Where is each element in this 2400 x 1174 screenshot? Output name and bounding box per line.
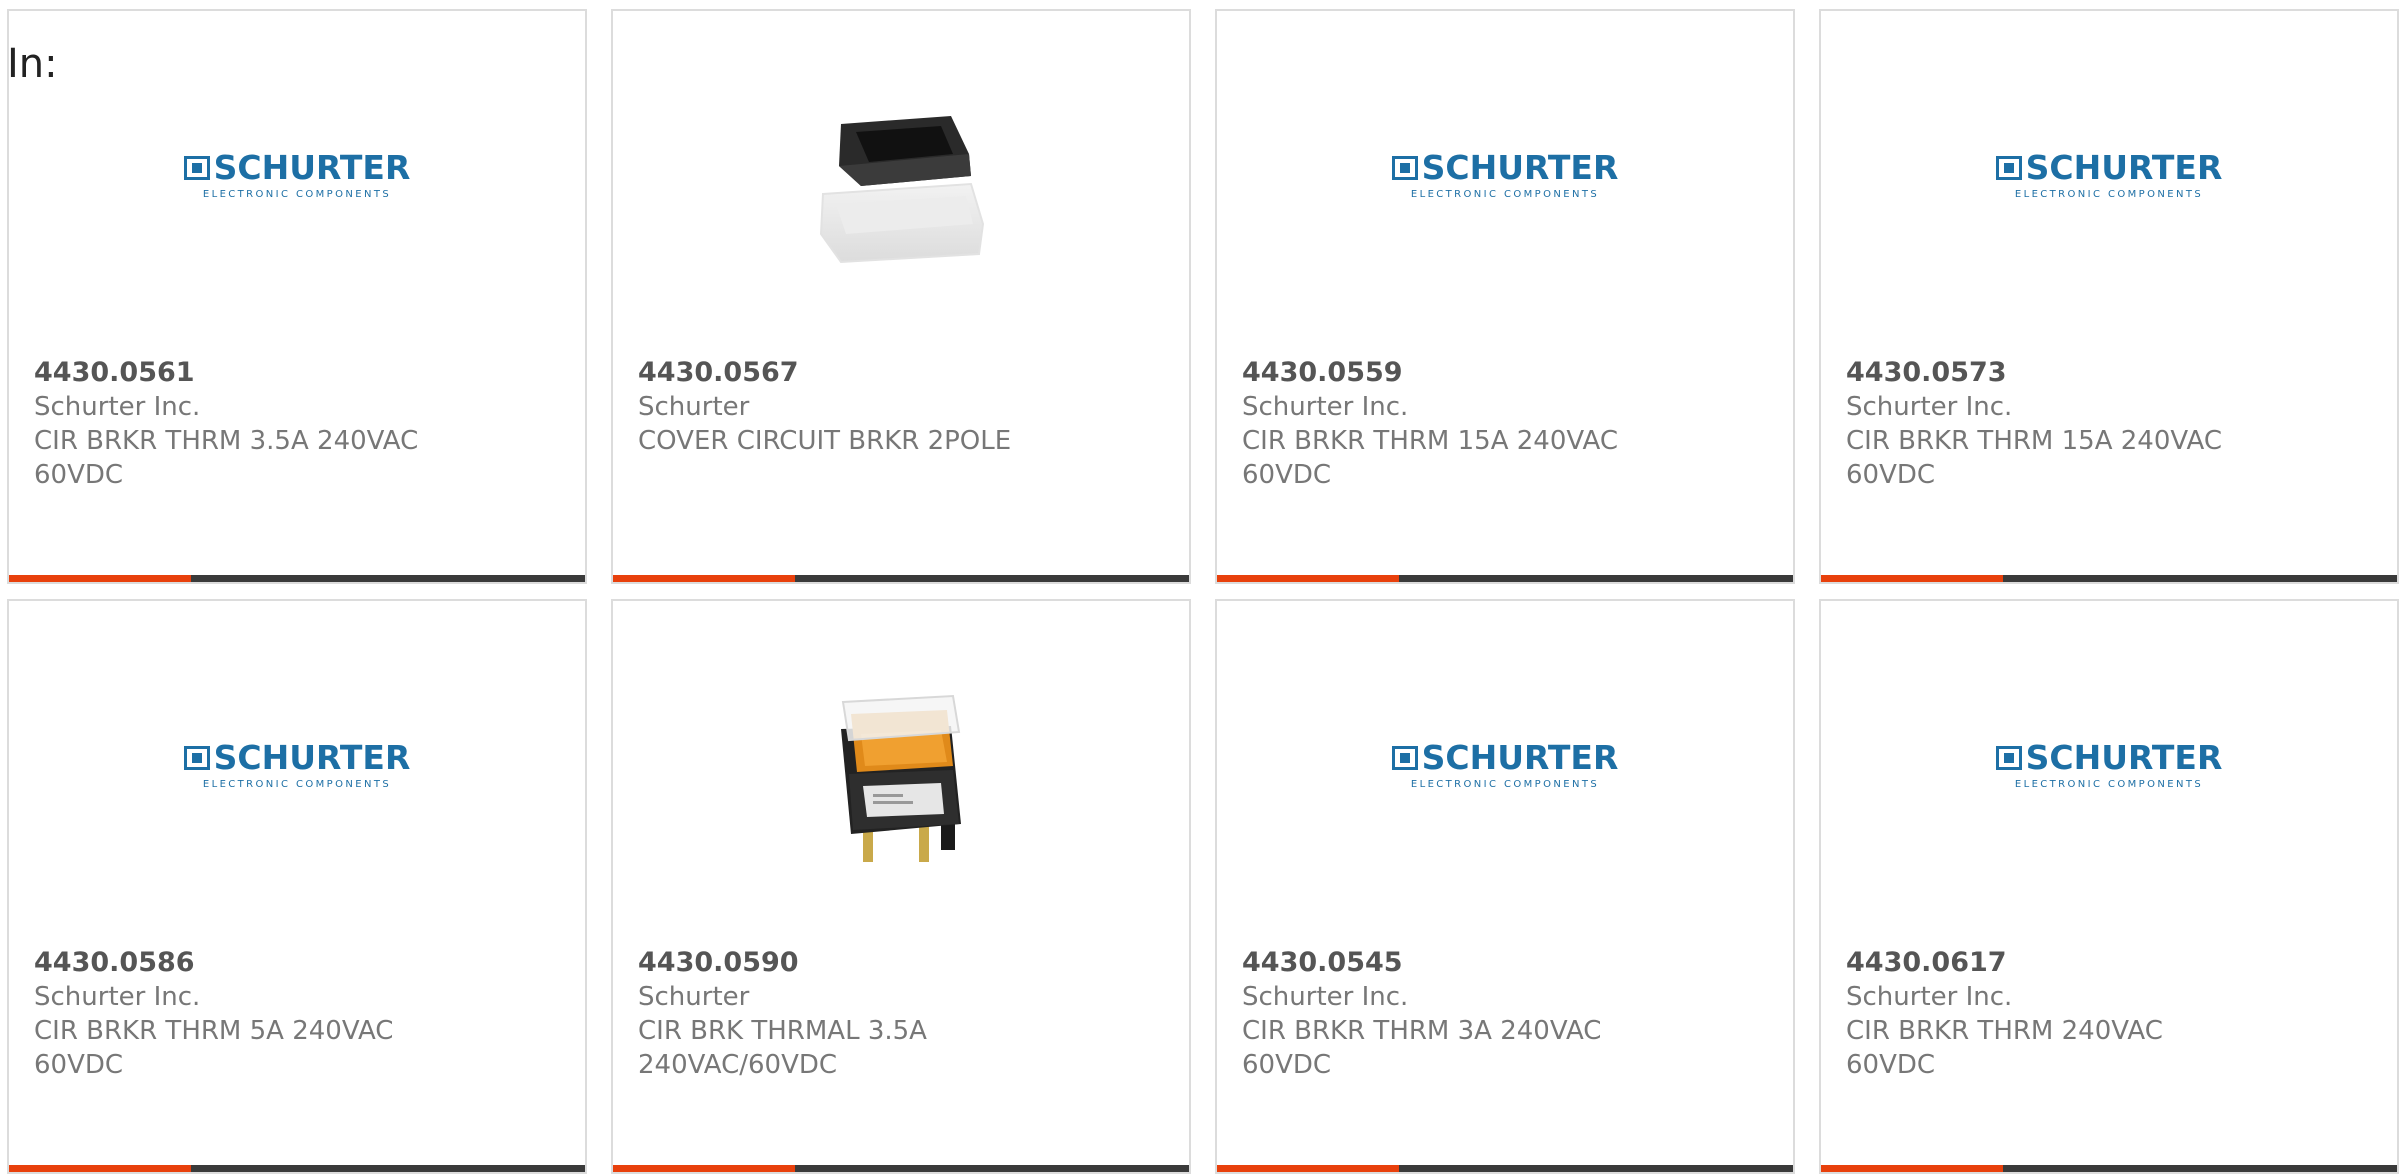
manufacturer: Schurter Inc. xyxy=(1242,392,1409,422)
schurter-logo: SCHURTER ELECTRONIC COMPONENTS xyxy=(1391,737,1619,790)
part-number[interactable]: 4430.0590 xyxy=(638,946,1169,980)
description: CIR BRKR THRM 15A 240VAC 60VDC xyxy=(1242,426,1618,490)
logo-wordmark: SCHURTER xyxy=(213,147,411,187)
card-accent-bar xyxy=(1217,575,1793,582)
part-number[interactable]: 4430.0545 xyxy=(1242,946,1773,980)
logo-wordmark: SCHURTER xyxy=(2025,147,2223,187)
schurter-logo: SCHURTER ELECTRONIC COMPONENTS xyxy=(1391,147,1619,200)
manufacturer: Schurter Inc. xyxy=(1846,982,2013,1012)
logo-tagline: ELECTRONIC COMPONENTS xyxy=(202,778,392,790)
manufacturer: Schurter xyxy=(638,392,750,422)
manufacturer: Schurter Inc. xyxy=(34,982,201,1012)
schurter-logo-mark-icon xyxy=(1391,745,1418,770)
card-accent-bar xyxy=(613,575,1189,582)
description: CIR BRKR THRM 3A 240VAC 60VDC xyxy=(1242,1016,1602,1080)
logo-tagline: ELECTRONIC COMPONENTS xyxy=(1410,188,1600,200)
product-image xyxy=(613,71,1189,296)
product-card-4430-0567[interactable]: 4430.0567 Schurter COVER CIRCUIT BRKR 2P… xyxy=(611,9,1191,584)
schurter-logo-mark-icon xyxy=(1995,155,2022,180)
card-accent-bar xyxy=(9,575,585,582)
product-card-4430-0561[interactable]: SCHURTER ELECTRONIC COMPONENTS 4430.0561… xyxy=(7,9,587,584)
schurter-logo: SCHURTER ELECTRONIC COMPONENTS xyxy=(1995,147,2223,200)
product-card-4430-0545[interactable]: SCHURTER ELECTRONIC COMPONENTS 4430.0545… xyxy=(1215,599,1795,1174)
part-number[interactable]: 4430.0573 xyxy=(1846,356,2377,390)
schurter-logo-mark-icon xyxy=(1391,155,1418,180)
description: CIR BRK THRMAL 3.5A 240VAC/60VDC xyxy=(638,1016,927,1080)
product-image: SCHURTER ELECTRONIC COMPONENTS xyxy=(9,661,585,886)
logo-tagline: ELECTRONIC COMPONENTS xyxy=(2014,778,2204,790)
card-accent-bar xyxy=(613,1165,1189,1172)
product-image: SCHURTER ELECTRONIC COMPONENTS xyxy=(1217,71,1793,296)
product-image: SCHURTER ELECTRONIC COMPONENTS xyxy=(1217,661,1793,886)
description: CIR BRKR THRM 15A 240VAC 60VDC xyxy=(1846,426,2222,490)
schurter-logo: SCHURTER ELECTRONIC COMPONENTS xyxy=(183,147,411,200)
manufacturer: Schurter Inc. xyxy=(1242,982,1409,1012)
part-number[interactable]: 4430.0561 xyxy=(34,356,565,390)
logo-wordmark: SCHURTER xyxy=(1421,737,1619,777)
in-label: In: xyxy=(7,41,58,87)
logo-wordmark: SCHURTER xyxy=(1421,147,1619,187)
description: COVER CIRCUIT BRKR 2POLE xyxy=(638,426,1012,456)
manufacturer: Schurter Inc. xyxy=(1846,392,2013,422)
logo-wordmark: SCHURTER xyxy=(2025,737,2223,777)
product-card-4430-0559[interactable]: SCHURTER ELECTRONIC COMPONENTS 4430.0559… xyxy=(1215,9,1795,584)
manufacturer: Schurter xyxy=(638,982,750,1012)
product-image: SCHURTER ELECTRONIC COMPONENTS xyxy=(1821,71,2397,296)
logo-tagline: ELECTRONIC COMPONENTS xyxy=(2014,188,2204,200)
product-card-4430-0590[interactable]: 4430.0590 Schurter CIR BRK THRMAL 3.5A 2… xyxy=(611,599,1191,1174)
part-number[interactable]: 4430.0617 xyxy=(1846,946,2377,980)
product-image xyxy=(613,661,1189,886)
logo-tagline: ELECTRONIC COMPONENTS xyxy=(202,188,392,200)
schurter-logo-mark-icon xyxy=(183,745,210,770)
description: CIR BRKR THRM 240VAC 60VDC xyxy=(1846,1016,2163,1080)
product-card-4430-0586[interactable]: SCHURTER ELECTRONIC COMPONENTS 4430.0586… xyxy=(7,599,587,1174)
schurter-logo: SCHURTER ELECTRONIC COMPONENTS xyxy=(1995,737,2223,790)
logo-wordmark: SCHURTER xyxy=(213,737,411,777)
logo-tagline: ELECTRONIC COMPONENTS xyxy=(1410,778,1600,790)
description: CIR BRKR THRM 3.5A 240VAC 60VDC xyxy=(34,426,419,490)
schurter-logo: SCHURTER ELECTRONIC COMPONENTS xyxy=(183,737,411,790)
description: CIR BRKR THRM 5A 240VAC 60VDC xyxy=(34,1016,394,1080)
product-card-4430-0617[interactable]: SCHURTER ELECTRONIC COMPONENTS 4430.0617… xyxy=(1819,599,2399,1174)
schurter-logo-mark-icon xyxy=(183,155,210,180)
card-accent-bar xyxy=(1821,1165,2397,1172)
part-number[interactable]: 4430.0559 xyxy=(1242,356,1773,390)
product-image: SCHURTER ELECTRONIC COMPONENTS xyxy=(9,71,585,296)
circuit-breaker-switch-photo xyxy=(801,674,1001,874)
part-number[interactable]: 4430.0567 xyxy=(638,356,1169,390)
manufacturer: Schurter Inc. xyxy=(34,392,201,422)
product-image: SCHURTER ELECTRONIC COMPONENTS xyxy=(1821,661,2397,886)
part-number[interactable]: 4430.0586 xyxy=(34,946,565,980)
circuit-breaker-cover-photo xyxy=(801,84,1001,284)
product-card-4430-0573[interactable]: SCHURTER ELECTRONIC COMPONENTS 4430.0573… xyxy=(1819,9,2399,584)
schurter-logo-mark-icon xyxy=(1995,745,2022,770)
card-accent-bar xyxy=(1821,575,2397,582)
card-accent-bar xyxy=(1217,1165,1793,1172)
card-accent-bar xyxy=(9,1165,585,1172)
